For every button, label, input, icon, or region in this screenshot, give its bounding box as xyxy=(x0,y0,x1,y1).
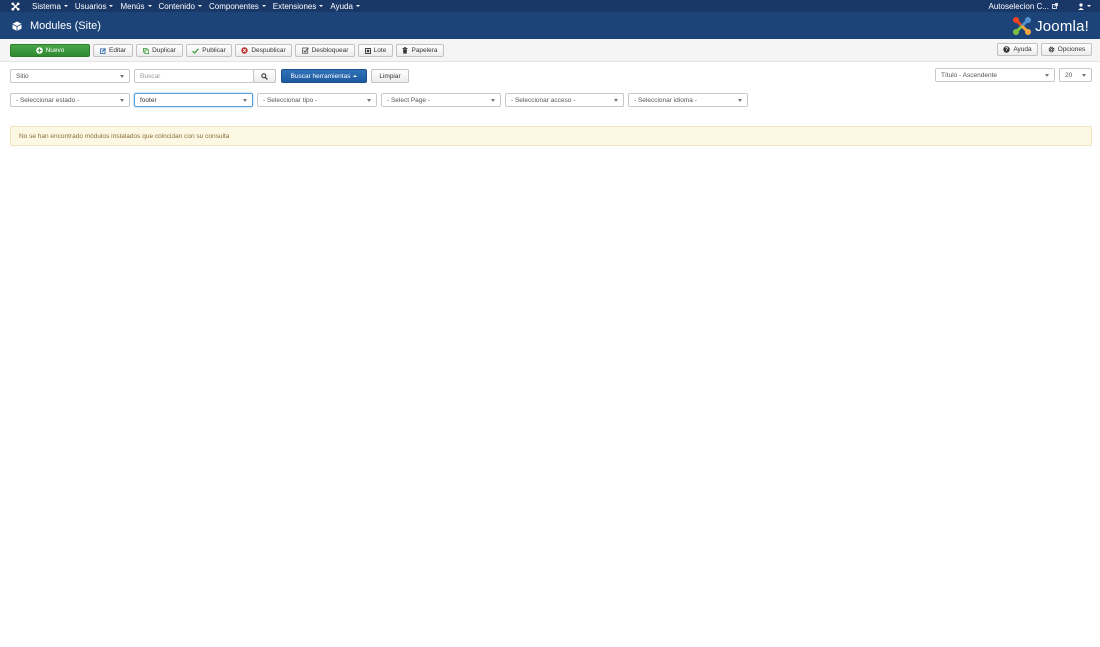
ordering-select[interactable]: Título - Ascendente xyxy=(935,68,1055,82)
page-filter-select[interactable]: - Select Page - xyxy=(381,93,501,107)
joomla-logo-icon xyxy=(1013,17,1032,35)
unpublish-button[interactable]: Despublicar xyxy=(235,44,292,57)
gear-icon xyxy=(1048,46,1055,53)
menu-extensiones[interactable]: Extensiones xyxy=(271,2,329,11)
options-button[interactable]: Opciones xyxy=(1041,43,1092,56)
site-preview-link[interactable]: Autoselecion C... xyxy=(989,2,1058,11)
joomla-menu-icon[interactable] xyxy=(0,0,30,12)
menu-sistema[interactable]: Sistema xyxy=(30,2,73,11)
trash-icon xyxy=(402,47,408,54)
caret-down-icon xyxy=(261,5,266,7)
duplicate-button[interactable]: Duplicar xyxy=(136,44,183,57)
navbar-right: Autoselecion C... xyxy=(989,0,1100,12)
copy-icon xyxy=(143,47,150,54)
square-icon xyxy=(364,47,371,54)
caret-down-icon xyxy=(63,5,68,7)
joomla-brand: Joomla! xyxy=(1012,16,1089,36)
user-menu[interactable] xyxy=(1078,2,1091,10)
brand-name: Joomla! xyxy=(1035,17,1089,35)
help-button[interactable]: ? Ayuda xyxy=(997,43,1038,56)
caret-down-icon xyxy=(1087,5,1091,7)
edit-icon xyxy=(100,47,106,54)
search-button[interactable] xyxy=(253,69,276,83)
caret-down-icon xyxy=(109,5,114,7)
language-filter-select[interactable]: - Seleccionar idioma - xyxy=(628,93,748,107)
external-link-icon xyxy=(1052,3,1058,9)
access-filter-select[interactable]: - Seleccionar acceso - xyxy=(505,93,624,107)
clear-button[interactable]: Limpiar xyxy=(371,69,409,83)
trash-button[interactable]: Papelera xyxy=(396,44,444,57)
checkbox-icon xyxy=(301,47,309,54)
cancel-circle-icon xyxy=(241,47,249,54)
search-icon xyxy=(261,72,268,80)
menu-ayuda[interactable]: Ayuda xyxy=(328,2,365,11)
svg-text:?: ? xyxy=(1005,47,1008,53)
checkin-button[interactable]: Desbloquear xyxy=(295,44,355,57)
caret-down-icon xyxy=(197,5,202,7)
toolbar: Nuevo Editar Duplicar Publicar Despublic… xyxy=(0,39,1100,62)
edit-button[interactable]: Editar xyxy=(93,44,133,57)
state-filter-select[interactable]: - Seleccionar estado - xyxy=(10,93,130,107)
user-icon xyxy=(1078,2,1084,10)
search-input[interactable]: Buscar xyxy=(134,69,254,83)
caret-down-icon xyxy=(355,5,360,7)
caret-down-icon xyxy=(147,5,152,7)
plus-circle-icon xyxy=(35,47,43,54)
alert-message: No se han encontrado módulos instalados … xyxy=(19,132,230,140)
batch-button[interactable]: Lote xyxy=(358,44,393,57)
caret-up-icon xyxy=(353,75,358,77)
top-navbar: Sistema Usuarios Menús Contenido Compone… xyxy=(0,0,1100,12)
page-header: Modules (Site) Joomla! xyxy=(0,12,1100,39)
question-circle-icon: ? xyxy=(1003,46,1011,53)
menu-contenido[interactable]: Contenido xyxy=(157,2,207,11)
publish-button[interactable]: Publicar xyxy=(186,44,232,57)
menu-componentes[interactable]: Componentes xyxy=(207,2,271,11)
type-filter-select[interactable]: - Seleccionar tipo - xyxy=(257,93,377,107)
check-icon xyxy=(192,47,200,54)
caret-down-icon xyxy=(319,5,324,7)
cube-icon xyxy=(12,21,22,31)
limit-select[interactable]: 20 xyxy=(1059,68,1092,82)
search-tools-button[interactable]: Buscar herramientas xyxy=(281,69,367,83)
page-title: Modules (Site) xyxy=(30,19,101,32)
menu-menus[interactable]: Menús xyxy=(118,2,156,11)
position-filter-select[interactable]: footer xyxy=(134,93,253,107)
main-menu: Sistema Usuarios Menús Contenido Compone… xyxy=(30,0,365,12)
menu-usuarios[interactable]: Usuarios xyxy=(73,2,119,11)
client-select[interactable]: Sitio xyxy=(10,69,130,83)
no-results-alert: No se han encontrado módulos instalados … xyxy=(10,126,1092,146)
new-button[interactable]: Nuevo xyxy=(10,44,90,57)
